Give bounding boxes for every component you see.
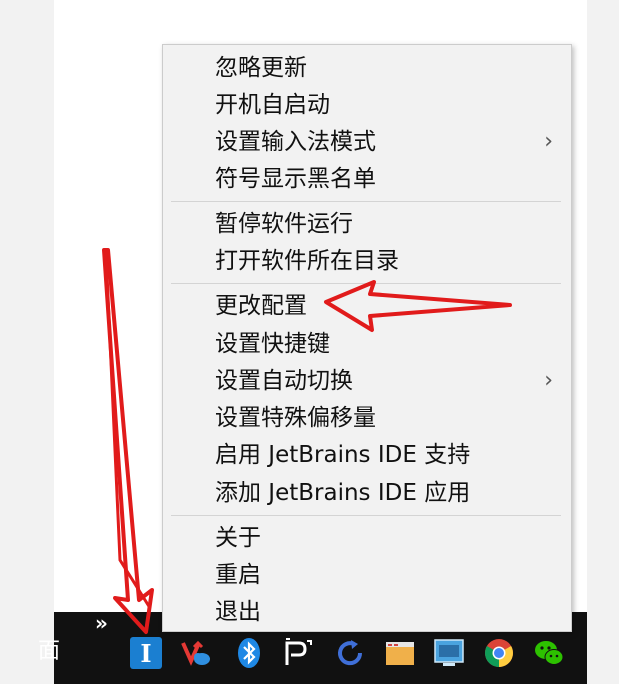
menu-item-auto-switch[interactable]: 设置自动切换 › [163, 363, 571, 399]
left-frame [0, 0, 54, 684]
menu-item-change-config[interactable]: 更改配置 [163, 288, 571, 324]
menu-item-pause[interactable]: 暂停软件运行 [163, 206, 571, 242]
menu-item-label: 更改配置 [215, 293, 307, 319]
menu-item-special-offset[interactable]: 设置特殊偏移量 [163, 400, 571, 436]
menu-item-enable-jetbrains[interactable]: 启用 JetBrains IDE 支持 [163, 437, 571, 473]
menu-item-ignore-update[interactable]: 忽略更新 [163, 50, 571, 86]
refresh-icon[interactable] [334, 637, 366, 669]
bluetooth-icon-svg [238, 638, 260, 668]
menu-item-exit[interactable]: 退出 [163, 594, 571, 630]
desktop-label: 面 [38, 639, 61, 664]
folder-icon-svg [386, 642, 414, 665]
menu-separator [171, 515, 561, 516]
chevron-right-icon: › [544, 368, 553, 393]
menu-item-restart[interactable]: 重启 [163, 557, 571, 593]
menu-item-label: 打开软件所在目录 [215, 248, 399, 274]
menu-item-label: 退出 [215, 599, 261, 625]
menu-item-label: 关于 [215, 525, 261, 551]
wechat-icon[interactable] [533, 637, 565, 669]
menu-item-label: 暂停软件运行 [215, 211, 353, 237]
refresh-icon-svg [338, 640, 363, 666]
menu-item-label: 符号显示黑名单 [215, 166, 376, 192]
menu-item-shortcuts[interactable]: 设置快捷键 [163, 326, 571, 362]
menu-item-symbol-blacklist[interactable]: 符号显示黑名单 [163, 161, 571, 197]
menu-item-label: 重启 [215, 562, 261, 588]
wechat-icon-svg [535, 641, 564, 665]
menu-separator [171, 283, 561, 284]
vlc-cloud-icon[interactable] [180, 637, 212, 669]
vlc-cloud-icon-svg [181, 640, 210, 666]
monitor-icon[interactable] [433, 637, 465, 669]
menu-item-label: 开机自启动 [215, 92, 330, 118]
chrome-icon[interactable] [483, 637, 515, 669]
folder-icon[interactable] [384, 637, 416, 669]
tray-overflow-button[interactable]: » [95, 613, 108, 633]
bluetooth-icon[interactable] [233, 637, 265, 669]
menu-item-label: 忽略更新 [215, 55, 307, 81]
menu-item-open-directory[interactable]: 打开软件所在目录 [163, 243, 571, 279]
menu-item-label: 设置快捷键 [215, 331, 330, 357]
menu-item-add-jetbrains[interactable]: 添加 JetBrains IDE 应用 [163, 475, 571, 511]
p-app-icon[interactable] [282, 637, 314, 669]
menu-item-label: 添加 JetBrains IDE 应用 [215, 480, 471, 506]
menu-item-label: 启用 JetBrains IDE 支持 [215, 442, 471, 468]
menu-item-label: 设置输入法模式 [215, 129, 376, 155]
p-app-icon-svg [285, 638, 312, 665]
chrome-icon-svg [485, 639, 513, 667]
ime-icon[interactable]: I [130, 637, 162, 669]
menu-separator [171, 201, 561, 202]
menu-item-ime-mode[interactable]: 设置输入法模式 › [163, 124, 571, 160]
ime-icon-glyph: I [140, 638, 152, 668]
menu-item-autostart[interactable]: 开机自启动 [163, 87, 571, 123]
menu-item-label: 设置特殊偏移量 [215, 405, 376, 431]
chevron-right-icon: › [544, 129, 553, 154]
monitor-icon-svg [434, 639, 464, 666]
menu-item-label: 设置自动切换 [215, 368, 353, 394]
menu-item-about[interactable]: 关于 [163, 520, 571, 556]
context-menu: 忽略更新 开机自启动 设置输入法模式 › 符号显示黑名单 暂停软件运行 打开软件… [162, 44, 572, 632]
right-frame [587, 0, 619, 684]
